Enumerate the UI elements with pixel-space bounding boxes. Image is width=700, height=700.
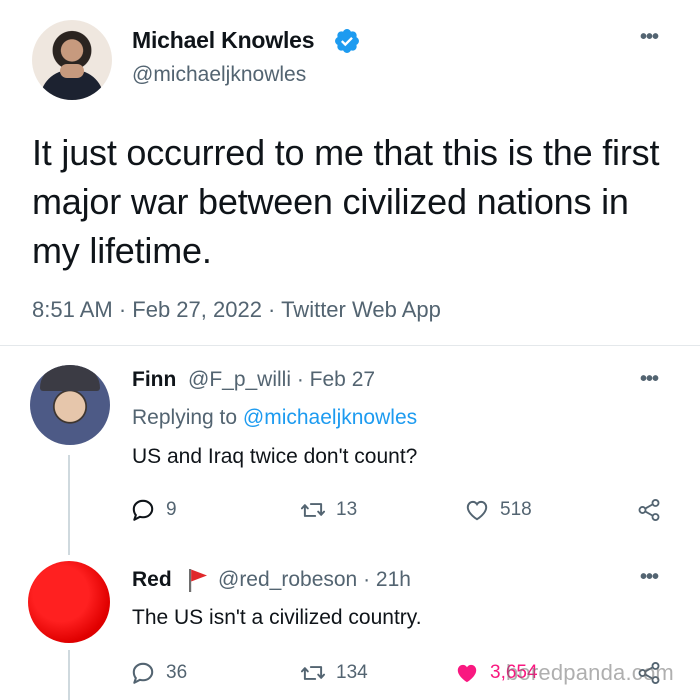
more-options-icon[interactable]: •••	[640, 566, 659, 589]
share-icon	[638, 499, 660, 521]
comment-count: 36	[166, 662, 188, 683]
reply-text: The US isn't a civilized country.	[132, 606, 422, 629]
comment-icon	[132, 662, 154, 684]
reply-button[interactable]: 36	[130, 660, 187, 686]
thread-line	[68, 650, 70, 700]
author-handle[interactable]: @michaeljknowles	[132, 63, 306, 87]
retweet-icon	[300, 503, 326, 517]
avatar-hands-shape	[60, 64, 84, 78]
divider	[0, 345, 700, 346]
comment-count: 9	[166, 499, 177, 520]
avatar-michael-knowles[interactable]	[32, 20, 112, 100]
reply-author-name[interactable]: Finn	[132, 368, 176, 392]
more-options-icon[interactable]: •••	[640, 368, 659, 391]
verified-badge-icon	[335, 29, 359, 53]
watermark: boredpanda.com	[506, 660, 674, 685]
replying-to: Replying to @michaeljknowles	[132, 406, 417, 430]
reply-text: US and Iraq twice don't count?	[132, 445, 418, 468]
more-options-icon[interactable]: •••	[640, 26, 659, 49]
heart-filled-icon	[457, 664, 477, 683]
avatar-hood-shape	[40, 365, 100, 391]
share-button[interactable]	[636, 497, 662, 523]
like-button[interactable]: 518	[464, 497, 532, 523]
tweet-meta[interactable]: 8:51 AM · Feb 27, 2022 · Twitter Web App	[32, 297, 441, 323]
red-flag-icon	[189, 569, 207, 592]
thread-line	[68, 455, 70, 555]
retweet-button[interactable]: 134	[300, 660, 368, 686]
avatar-finn[interactable]	[30, 365, 110, 445]
reply-button[interactable]: 9	[130, 497, 177, 523]
retweet-count: 13	[336, 499, 358, 520]
like-count: 518	[500, 499, 532, 520]
author-name[interactable]: Michael Knowles	[132, 27, 315, 54]
retweet-count: 134	[336, 662, 368, 683]
reply-author-handle[interactable]: @F_p_willi · Feb 27	[188, 368, 375, 392]
tweet-text: It just occurred to me that this is the …	[32, 132, 660, 271]
comment-icon	[132, 499, 154, 521]
retweet-icon	[300, 666, 326, 680]
reply-author-handle[interactable]: @red_robeson · 21h	[218, 568, 411, 592]
heart-icon	[466, 500, 488, 521]
replying-to-prefix: Replying to	[132, 406, 243, 429]
replying-to-mention[interactable]: @michaeljknowles	[243, 406, 417, 429]
reply-author-name[interactable]: Red	[132, 568, 172, 592]
retweet-button[interactable]: 13	[300, 497, 357, 523]
avatar-red[interactable]	[28, 561, 110, 643]
